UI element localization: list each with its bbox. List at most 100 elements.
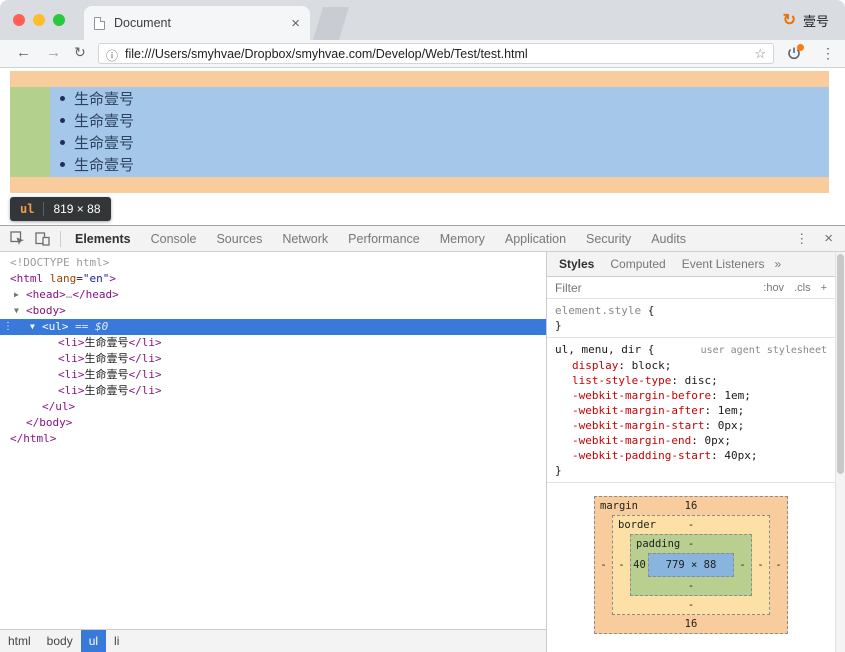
bookmark-star-icon[interactable]: ☆ [754, 46, 766, 62]
tab-performance[interactable]: Performance [338, 226, 430, 251]
url-bar[interactable]: ⓘ file:///Users/smyhvae/Dropbox/smyhvae.… [98, 43, 774, 64]
dom-node-line[interactable]: </html> [0, 431, 546, 447]
device-toolbar-icon[interactable] [35, 231, 50, 246]
box-model-padding[interactable]: padding- 40 779 × 88 - - [630, 534, 752, 596]
property-colon: : [711, 449, 724, 462]
dom-node-line[interactable]: ⋮▼<ul> == $0 [0, 319, 546, 335]
node-menu-icon[interactable]: ⋮ [3, 319, 13, 335]
dom-node-line[interactable]: <li>生命壹号</li> [0, 383, 546, 399]
box-model-border[interactable]: border- - padding- 40 779 × 88 - [612, 515, 770, 615]
dom-token: </html> [10, 432, 56, 445]
hover-state-button[interactable]: :hov [763, 282, 784, 294]
dom-token: "en" [83, 272, 110, 285]
dom-node-line[interactable]: <!DOCTYPE html> [0, 255, 546, 271]
sidebar-tab-computed[interactable]: Computed [602, 257, 673, 271]
profile-area[interactable]: ↻ 壹号 [783, 11, 829, 30]
dom-tree: <!DOCTYPE html><html lang="en">▶<head>…<… [0, 252, 546, 652]
property-semicolon: ; [665, 359, 672, 372]
devtools-tabs: ElementsConsoleSourcesNetworkPerformance… [65, 226, 696, 251]
crumb-html[interactable]: html [0, 630, 39, 652]
rule-close-brace: } [555, 463, 827, 478]
dom-node-line[interactable]: <html lang="en"> [0, 271, 546, 287]
back-icon[interactable]: ← [16, 44, 31, 61]
property-value: 1em [724, 389, 744, 402]
browser-menu-icon[interactable]: ⋮ [821, 45, 835, 62]
tab-audits[interactable]: Audits [641, 226, 696, 251]
dom-node-line[interactable]: <li>生命壹号</li> [0, 351, 546, 367]
page-info-icon[interactable]: ⓘ [106, 47, 118, 64]
inspect-element-icon[interactable] [10, 231, 25, 246]
new-tab-button[interactable] [313, 7, 349, 40]
margin-label: margin [600, 500, 638, 512]
property-colon: : [704, 404, 717, 417]
dom-token: = [76, 272, 83, 285]
collapsed-arrow-icon[interactable]: ▶ [14, 287, 19, 303]
profile-label: 壹号 [803, 11, 829, 30]
property-semicolon: ; [738, 419, 745, 432]
sidebar-tab-styles[interactable]: Styles [551, 257, 602, 271]
forward-icon[interactable]: → [46, 44, 61, 61]
css-property[interactable]: -webkit-margin-before: 1em; [555, 388, 827, 403]
tab-close-icon[interactable]: × [291, 16, 300, 31]
page-list[interactable]: 生命壹号生命壹号生命壹号生命壹号 [50, 87, 829, 177]
dom-token: == $0 [69, 320, 109, 333]
tab-application[interactable]: Application [495, 226, 576, 251]
list-item-text: 生命壹号 [74, 154, 134, 175]
dom-token: </head> [72, 288, 118, 301]
close-brace: } [555, 318, 827, 333]
property-value: 40px [724, 449, 751, 462]
tooltip-size: 819 × 88 [53, 202, 100, 216]
dom-node-line[interactable]: </body> [0, 415, 546, 431]
dom-node-line[interactable]: </ul> [0, 399, 546, 415]
zoom-window-icon[interactable] [53, 14, 65, 26]
devtools-more-icon[interactable]: ⋮ [795, 231, 808, 247]
dom-node-line[interactable]: ▼<body> [0, 303, 546, 319]
scrollbar-thumb[interactable] [837, 254, 844, 474]
css-property[interactable]: display: block; [555, 358, 827, 373]
box-model-content[interactable]: 779 × 88 [648, 553, 734, 577]
crumb-ul[interactable]: ul [81, 630, 106, 652]
close-window-icon[interactable] [13, 14, 25, 26]
devtools-close-icon[interactable]: × [824, 230, 833, 247]
dom-node-line[interactable]: ▶<head>…</head> [0, 287, 546, 303]
dom-token: <head> [26, 288, 66, 301]
property-colon: : [691, 434, 704, 447]
crumb-body[interactable]: body [39, 630, 81, 652]
css-property[interactable]: -webkit-margin-start: 0px; [555, 418, 827, 433]
browser-tab[interactable]: Document × [84, 6, 310, 40]
dom-token: 生命壹号 [85, 384, 129, 397]
expanded-arrow-icon[interactable]: ▼ [30, 319, 35, 335]
dom-node-line[interactable]: <li>生命壹号</li> [0, 335, 546, 351]
tab-elements[interactable]: Elements [65, 226, 141, 251]
box-model-margin[interactable]: margin16 - border- - padding- [594, 496, 788, 634]
tab-security[interactable]: Security [576, 226, 641, 251]
css-property[interactable]: -webkit-margin-end: 0px; [555, 433, 827, 448]
crumb-li[interactable]: li [106, 630, 127, 652]
url-text[interactable]: file:///Users/smyhvae/Dropbox/smyhvae.co… [125, 47, 528, 61]
tab-memory[interactable]: Memory [430, 226, 495, 251]
sidebar-scrollbar[interactable] [835, 252, 845, 652]
css-property[interactable]: list-style-type: disc; [555, 373, 827, 388]
expanded-arrow-icon[interactable]: ▼ [14, 303, 19, 319]
rule-selector[interactable]: ul, menu, dir { [555, 342, 654, 357]
sidebar-tab-event-listeners[interactable]: Event Listeners [674, 257, 773, 271]
property-name: -webkit-margin-end [572, 434, 691, 447]
css-property[interactable]: -webkit-padding-start: 40px; [555, 448, 827, 463]
dom-token: <html [10, 272, 43, 285]
minimize-window-icon[interactable] [33, 14, 45, 26]
tab-sources[interactable]: Sources [206, 226, 272, 251]
reload-icon[interactable]: ↻ [74, 44, 86, 61]
element-style-section[interactable]: element.style { } [547, 299, 835, 338]
bullet-icon [60, 96, 65, 101]
tab-network[interactable]: Network [272, 226, 338, 251]
styles-filter-input[interactable] [555, 281, 763, 295]
dom-node-line[interactable]: <li>生命壹号</li> [0, 367, 546, 383]
tab-console[interactable]: Console [141, 226, 207, 251]
new-style-rule-button[interactable]: + [821, 282, 827, 294]
css-property[interactable]: -webkit-margin-after: 1em; [555, 403, 827, 418]
sidebar-overflow-icon[interactable]: » [774, 257, 781, 271]
class-toggle-button[interactable]: .cls [794, 282, 811, 294]
margin-right-value: - [770, 515, 787, 615]
list-item-text: 生命壹号 [74, 132, 134, 153]
property-name: -webkit-margin-after [572, 404, 704, 417]
